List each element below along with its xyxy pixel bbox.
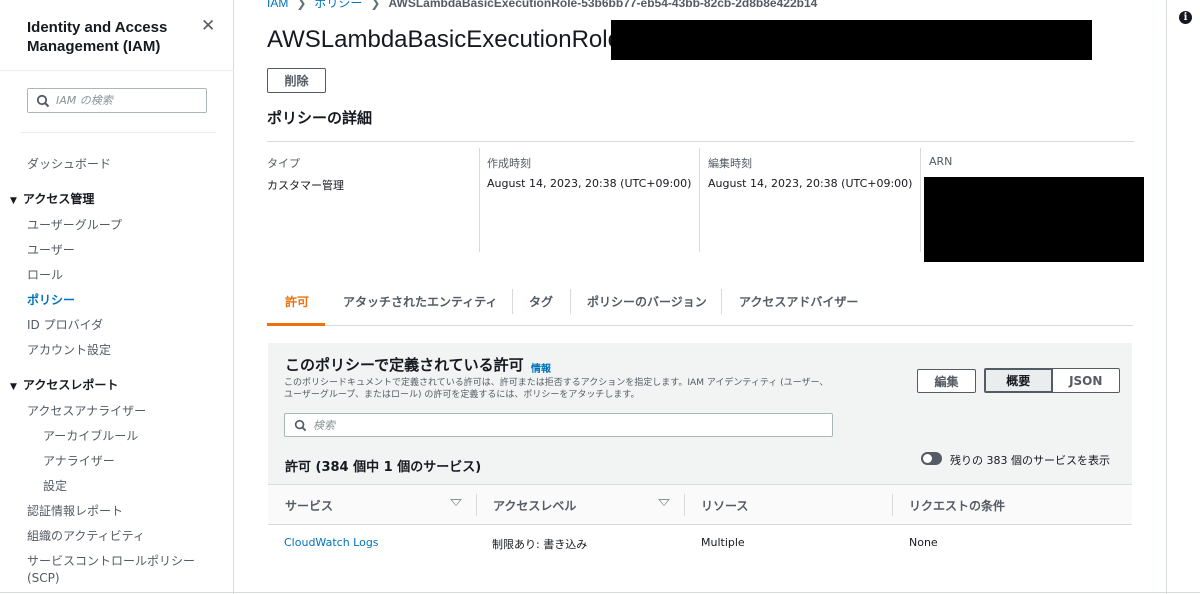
breadcrumb: IAM ❯ ポリシー ❯ AWSLambdaBasicExecutionRole-53b… (267, 0, 817, 11)
sidebar-item-users[interactable]: ユーザー (27, 241, 75, 258)
sidebar-item-identity-providers[interactable]: ID プロバイダ (27, 316, 103, 333)
sidebar: Identity and Access Management (IAM) ✕ ダ… (0, 0, 234, 594)
tab-permissions[interactable]: 許可 (285, 293, 309, 310)
column-resource: リソース (701, 499, 749, 513)
column-divider (892, 494, 893, 516)
sidebar-section-access-reports[interactable]: ▼ アクセスレポート (10, 376, 118, 393)
breadcrumb-iam[interactable]: IAM (267, 0, 288, 10)
sidebar-item-settings[interactable]: 設定 (43, 477, 67, 494)
sidebar-title: Identity and Access Management (IAM) (27, 19, 168, 55)
sidebar-item-credential-report[interactable]: 認証情報レポート (27, 502, 123, 519)
show-remaining-toggle[interactable] (921, 452, 942, 465)
column-divider (684, 494, 685, 516)
access-level-cell: 制限あり: 書き込み (492, 538, 588, 551)
sidebar-divider (20, 132, 216, 133)
sidebar-divider (0, 70, 234, 71)
edit-button[interactable]: 編集 (917, 369, 976, 393)
details-heading: ポリシーの詳細 (267, 109, 373, 127)
type-value: カスタマー管理 (267, 179, 344, 192)
tab-access-advisor[interactable]: アクセスアドバイザー (739, 293, 858, 310)
sidebar-item-roles[interactable]: ロール (27, 266, 63, 283)
close-icon[interactable]: ✕ (201, 16, 215, 36)
arn-label: ARN (929, 155, 953, 168)
sidebar-item-analyzers[interactable]: アナライザー (43, 452, 115, 469)
tab-separator (721, 289, 722, 314)
info-link[interactable]: 情報 (531, 360, 551, 375)
tab-attached-entities[interactable]: アタッチされたエンティティ (343, 293, 498, 310)
active-tab-indicator (267, 323, 325, 326)
json-button[interactable]: JSON (1053, 369, 1120, 392)
redaction-title (611, 20, 1092, 60)
created-value: August 14, 2023, 20:38 (UTC+09:00) (487, 177, 692, 190)
sidebar-item-account-settings[interactable]: アカウント設定 (27, 341, 111, 358)
chevron-right-icon: ❯ (296, 0, 307, 10)
sidebar-item-archive-rules[interactable]: アーカイブルール (43, 427, 138, 444)
sort-down-icon[interactable] (658, 499, 670, 506)
permissions-search-input[interactable] (313, 418, 813, 432)
page-title: AWSLambdaBasicExecutionRole (267, 26, 621, 53)
sidebar-item-user-groups[interactable]: ユーザーグループ (27, 216, 122, 233)
chevron-right-icon: ❯ (370, 0, 381, 10)
sidebar-item-scp[interactable]: サービスコントロールポリシー (27, 552, 195, 569)
delete-button[interactable]: 削除 (267, 68, 326, 93)
column-divider (476, 494, 477, 516)
column-request-conditions: リクエストの条件 (909, 499, 1006, 513)
created-label: 作成時刻 (487, 157, 531, 170)
info-icon[interactable]: i (1179, 11, 1192, 24)
search-icon (36, 94, 50, 107)
redaction-arn (924, 177, 1144, 262)
show-remaining-label: 残りの 383 個のサービスを表示 (950, 454, 1110, 467)
sidebar-item-dashboard[interactable]: ダッシュボード (27, 155, 111, 172)
edited-value: August 14, 2023, 20:38 (UTC+09:00) (708, 177, 913, 190)
table-row (268, 525, 1132, 559)
caret-down-icon: ▼ (10, 382, 17, 392)
permissions-description: このポリシードキュメントで定義されている許可は、許可または拒否するアクションを指… (284, 378, 829, 400)
view-toggle: 概要 JSON (984, 368, 1120, 393)
breadcrumb-current: AWSLambdaBasicExecutionRole-53b6bb77-eb5… (388, 0, 818, 10)
column-divider (920, 148, 921, 252)
condition-cell: None (909, 536, 938, 549)
tab-separator (570, 289, 571, 314)
permissions-count: 許可 (384 個中 1 個のサービス) (285, 460, 482, 475)
resource-cell: Multiple (701, 536, 745, 549)
service-link[interactable]: CloudWatch Logs (284, 536, 379, 549)
permissions-title: このポリシーで定義されている許可 (285, 356, 524, 374)
search-icon (294, 419, 307, 431)
permissions-search[interactable] (284, 413, 833, 437)
sidebar-search-input[interactable] (56, 94, 196, 107)
tab-tags[interactable]: タグ (529, 293, 553, 310)
section-label: アクセスレポート (22, 378, 119, 392)
section-label: アクセス管理 (22, 192, 95, 206)
bottom-divider (0, 592, 1200, 593)
sidebar-item-policies[interactable]: ポリシー (27, 291, 75, 308)
sidebar-section-access-management[interactable]: ▼ アクセス管理 (10, 190, 94, 207)
edited-label: 編集時刻 (708, 157, 752, 170)
sort-down-icon[interactable] (450, 499, 462, 506)
sidebar-search[interactable] (27, 88, 207, 113)
sidebar-item-org-activity[interactable]: 組織のアクティビティ (27, 527, 145, 544)
summary-button[interactable]: 概要 (985, 369, 1053, 392)
help-panel-rail (1166, 0, 1200, 594)
caret-down-icon: ▼ (10, 196, 17, 206)
tab-policy-versions[interactable]: ポリシーのバージョン (587, 293, 707, 310)
sidebar-item-access-analyzer[interactable]: アクセスアナライザー (27, 402, 146, 419)
type-label: タイプ (267, 157, 300, 170)
column-service[interactable]: サービス (285, 497, 333, 514)
column-divider (699, 148, 700, 252)
column-divider (479, 148, 480, 252)
tabs-divider (267, 325, 1133, 326)
details-divider (267, 141, 1134, 142)
tab-separator (512, 289, 513, 314)
breadcrumb-policies[interactable]: ポリシー (314, 0, 362, 10)
column-access-level[interactable]: アクセスレベル (493, 497, 576, 514)
sidebar-item-scp-suffix[interactable]: (SCP) (27, 571, 60, 585)
